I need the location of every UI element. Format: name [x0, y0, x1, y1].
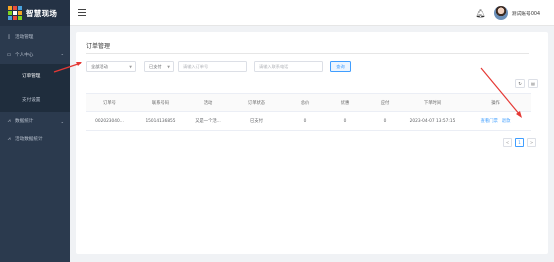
collapse-menu-icon[interactable] — [78, 9, 86, 16]
payable-cell: 0 — [383, 118, 387, 124]
action-cell: 查看门票 退款 — [460, 112, 531, 130]
top-header: 🔔︎ 测试账号004 — [70, 0, 554, 26]
sidebar-item-label: 数据统计 — [15, 119, 34, 124]
total-cell: 0 — [303, 118, 307, 124]
sidebar-item-label: 支付设置 — [22, 98, 41, 103]
status-select[interactable]: 已支付 ▼ — [144, 61, 174, 72]
logo-tile — [8, 6, 12, 10]
sidebar-item-label: 个人中心 — [15, 53, 34, 58]
discount-cell: 0 — [343, 118, 347, 124]
column-header: 下单时间 — [423, 100, 442, 106]
column-header: 联系号码 — [151, 100, 170, 106]
logo-icon — [8, 6, 22, 20]
sidebar-item-activity-data-statistics[interactable]: ⩘ 活动数据统计 — [0, 130, 70, 148]
logo-tile — [13, 16, 17, 20]
activity-select-value: 全部活动 — [91, 63, 108, 69]
monitor-icon: ▭ — [6, 52, 12, 58]
pagination-next-button[interactable]: > — [527, 138, 536, 147]
chevron-down-icon: ▼ — [167, 64, 170, 69]
logo-tile — [18, 11, 22, 15]
column-header: 总价 — [300, 100, 310, 106]
activity-select[interactable]: 全部活动 ▼ — [86, 61, 136, 72]
column-header: 订单状态 — [247, 100, 266, 106]
document-icon: ▯ — [7, 34, 11, 40]
username[interactable]: 测试账号004 — [512, 10, 540, 17]
order-no-placeholder: 请输入订单号 — [183, 63, 209, 69]
column-header: 订单号 — [103, 100, 116, 106]
logo-tile — [8, 11, 12, 15]
activity-cell: 又是一个活... — [195, 119, 221, 124]
sidebar-item-label: 订单管理 — [22, 74, 41, 79]
app-name: 智慧现场 — [26, 8, 58, 18]
refund-link[interactable]: 退款 — [502, 118, 511, 124]
sidebar-item-personal-center[interactable]: ▭ 个人中心 ⌃ — [0, 46, 70, 64]
pagination-page-button[interactable]: 1 — [515, 138, 524, 147]
chevron-down-icon: ⌄ — [60, 118, 64, 124]
divider — [86, 53, 529, 54]
logo-tile — [18, 16, 22, 20]
columns-icon: ▤ — [531, 81, 535, 86]
column-header: 操作 — [491, 100, 500, 106]
logo-tile — [18, 6, 22, 10]
column-header: 优惠 — [340, 100, 350, 106]
chevron-down-icon: ▼ — [129, 64, 132, 69]
column-header: 应付 — [380, 100, 390, 106]
chart-icon: ⩘ — [7, 118, 11, 124]
table-header-row: 订单号 联系号码 活动 订单状态 总价 优惠 应付 下单时间 操作 — [86, 94, 531, 112]
sidebar-item-order-management[interactable]: 订单管理 — [0, 64, 70, 88]
columns-button[interactable]: ▤ — [528, 79, 538, 88]
avatar[interactable] — [493, 6, 508, 20]
sidebar: 智慧现场 ▯ 活动管理 ▭ 个人中心 ⌃ 订单管理 支付设置 ⩘ 数据统计 ⌄ … — [0, 0, 70, 262]
refresh-button[interactable]: ↻ — [515, 79, 525, 88]
page-title: 订单管理 — [86, 43, 111, 50]
table-row: 002023040... 15014136855 又是一个活... 已支付 0 … — [86, 112, 531, 131]
status-select-value: 已支付 — [149, 63, 162, 69]
sidebar-item-label: 活动数据统计 — [15, 137, 43, 142]
chart-icon: ⩘ — [7, 136, 11, 142]
phone-input[interactable]: 请输入联系电话 — [254, 61, 323, 72]
order-no-input[interactable]: 请输入订单号 — [178, 61, 247, 72]
order-no-cell: 002023040... — [95, 118, 124, 124]
app-logo[interactable]: 智慧现场 — [0, 0, 70, 26]
chevron-up-icon: ⌃ — [60, 52, 64, 58]
orders-table: 订单号 联系号码 活动 订单状态 总价 优惠 应付 下单时间 操作 002023… — [86, 93, 531, 131]
sidebar-item-data-statistics[interactable]: ⩘ 数据统计 ⌄ — [0, 112, 70, 130]
created-at-cell: 2023-04-07 13:57:15 — [409, 118, 456, 124]
sidebar-item-label: 活动管理 — [15, 35, 34, 40]
pagination-prev-button[interactable]: < — [503, 138, 512, 147]
sidebar-item-payment-settings[interactable]: 支付设置 — [0, 88, 70, 112]
logo-tile — [13, 11, 17, 15]
phone-placeholder: 请输入联系电话 — [259, 63, 289, 69]
logo-tile — [8, 16, 12, 20]
status-cell: 已支付 — [250, 119, 263, 124]
user-area: 🔔︎ 测试账号004 — [476, 0, 540, 26]
sidebar-item-activity-management[interactable]: ▯ 活动管理 — [0, 28, 70, 46]
logo-tile — [13, 6, 17, 10]
bell-icon[interactable]: 🔔︎ — [476, 9, 486, 18]
view-tickets-link[interactable]: 查看门票 — [481, 118, 498, 124]
refresh-icon: ↻ — [518, 81, 522, 86]
phone-cell: 15014136855 — [145, 118, 176, 124]
column-header: 活动 — [203, 100, 213, 106]
main-card: 订单管理 全部活动 ▼ 已支付 ▼ 请输入订单号 请输入联系电话 查询 ↻ ▤ … — [76, 32, 548, 254]
query-button[interactable]: 查询 — [330, 61, 351, 72]
